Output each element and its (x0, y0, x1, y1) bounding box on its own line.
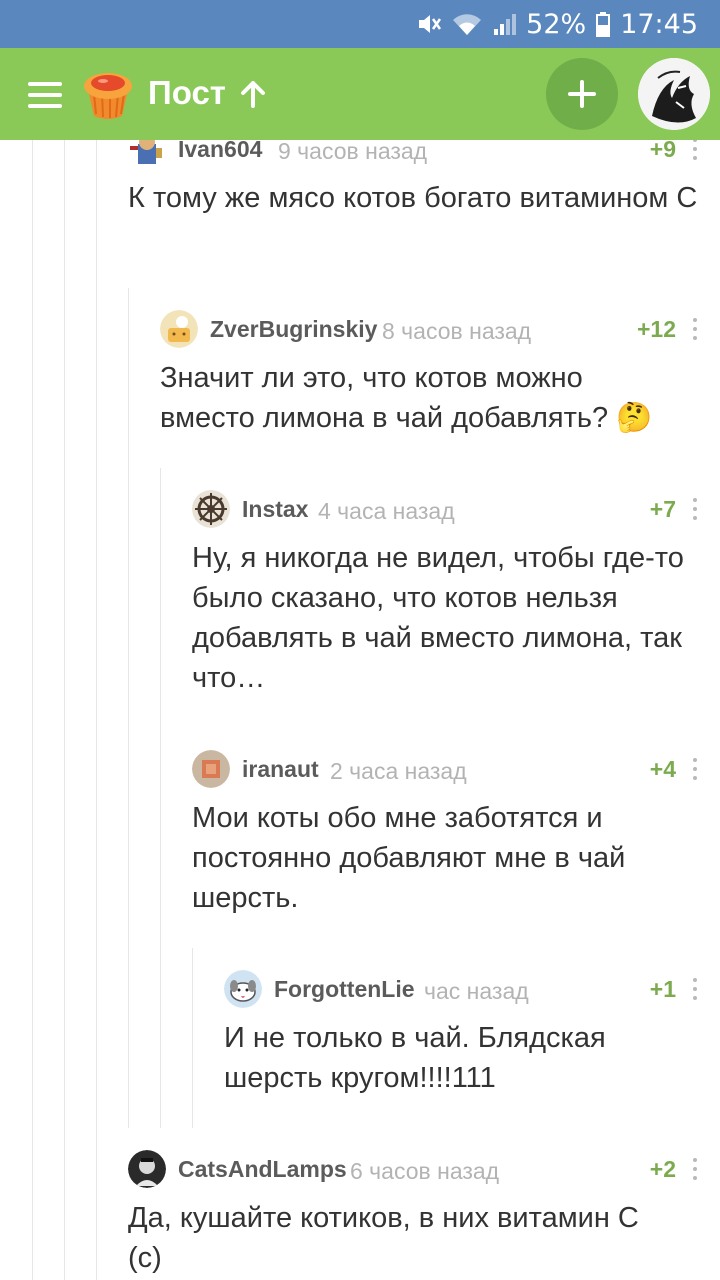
comment: ForgottenLie час назад +1 И не только в … (224, 966, 720, 1098)
comment-time: час назад (424, 978, 529, 1004)
avatar[interactable] (192, 490, 230, 528)
app-bar: Пост (0, 48, 720, 140)
signal-icon (492, 11, 517, 37)
thread-line (96, 140, 97, 1280)
comments-list: Ivan604 9 часов назад +9 К тому же мясо … (0, 140, 720, 1280)
thread-line (32, 140, 33, 1280)
comment-author[interactable]: ZverBugrinskiy (210, 316, 377, 343)
comment-text: Да, кушайте котиков, в них витамин С (с) (128, 1202, 639, 1274)
more-options-icon[interactable] (692, 318, 698, 342)
comment: Ivan604 9 часов назад +9 К тому же мясо … (128, 140, 720, 218)
comment-text: Ну, я никогда не видел, чтобы где-то был… (192, 542, 684, 694)
comment-author[interactable]: ForgottenLie (274, 976, 415, 1003)
avatar[interactable] (160, 310, 198, 348)
comment-author[interactable]: Ivan604 (178, 140, 262, 163)
avatar[interactable] (128, 140, 166, 168)
clock: 17:45 (620, 8, 698, 40)
more-options-icon[interactable] (692, 140, 698, 162)
status-icons: 52% 17:45 (416, 0, 698, 48)
comment-time: 9 часов назад (278, 140, 428, 164)
comment: iranaut 2 часа назад +4 Мои коты обо мне… (192, 746, 720, 918)
battery-percent: 52% (526, 8, 587, 40)
comment-text: К тому же мясо котов богато витамином С (128, 182, 698, 214)
thread-line (192, 948, 193, 1128)
page-title: Пост (148, 74, 226, 111)
comment-author[interactable]: iranaut (242, 756, 319, 783)
comment: Instax 4 часа назад +7 Ну, я никогда не … (192, 486, 720, 698)
more-options-icon[interactable] (692, 758, 698, 782)
thread-line (128, 288, 129, 1128)
comment-text: И не только в чай. Блядская шерсть круго… (224, 1022, 606, 1094)
more-options-icon[interactable] (692, 498, 698, 522)
status-bar: 52% 17:45 (0, 0, 720, 48)
avatar[interactable] (224, 970, 262, 1008)
avatar[interactable] (192, 750, 230, 788)
comment: ZverBugrinskiy 8 часов назад +12 Значит … (160, 306, 720, 438)
comment-rating[interactable]: +4 (650, 756, 676, 783)
comment-time: 8 часов назад (382, 318, 532, 344)
comment-rating[interactable]: +2 (650, 1156, 676, 1183)
comment-time: 4 часа назад (318, 498, 455, 524)
thread-line (160, 468, 161, 1128)
more-options-icon[interactable] (692, 978, 698, 1002)
pikabu-logo[interactable] (80, 66, 136, 122)
more-options-icon[interactable] (692, 1158, 698, 1182)
battery-icon (596, 11, 611, 37)
comment-text: Значит ли это, что котов можно вместо ли… (160, 358, 680, 438)
add-post-button[interactable] (546, 58, 618, 130)
comment-author[interactable]: CatsAndLamps (178, 1156, 347, 1183)
comment-time: 2 часа назад (330, 758, 467, 784)
comment-text-content: Значит ли это, что котов можно вместо ли… (160, 362, 609, 434)
mute-icon (416, 11, 442, 37)
comment-time: 6 часов назад (350, 1158, 500, 1184)
avatar[interactable] (128, 1150, 166, 1188)
thread-line (64, 140, 65, 1280)
comment: CatsAndLamps 6 часов назад +2 Да, кушайт… (128, 1146, 720, 1278)
comment-rating[interactable]: +7 (650, 496, 676, 523)
thinking-emoji-icon: 🤔 (616, 402, 653, 434)
comment-author[interactable]: Instax (242, 496, 308, 523)
comment-rating[interactable]: +12 (637, 316, 676, 343)
comment-rating[interactable]: +9 (650, 140, 676, 163)
comment-text: Мои коты обо мне заботятся и постоянно д… (192, 802, 626, 914)
comment-rating[interactable]: +1 (650, 976, 676, 1003)
user-avatar[interactable] (638, 58, 710, 130)
menu-icon[interactable] (28, 82, 62, 108)
wifi-icon (452, 11, 482, 37)
arrow-up-icon[interactable] (240, 80, 266, 108)
